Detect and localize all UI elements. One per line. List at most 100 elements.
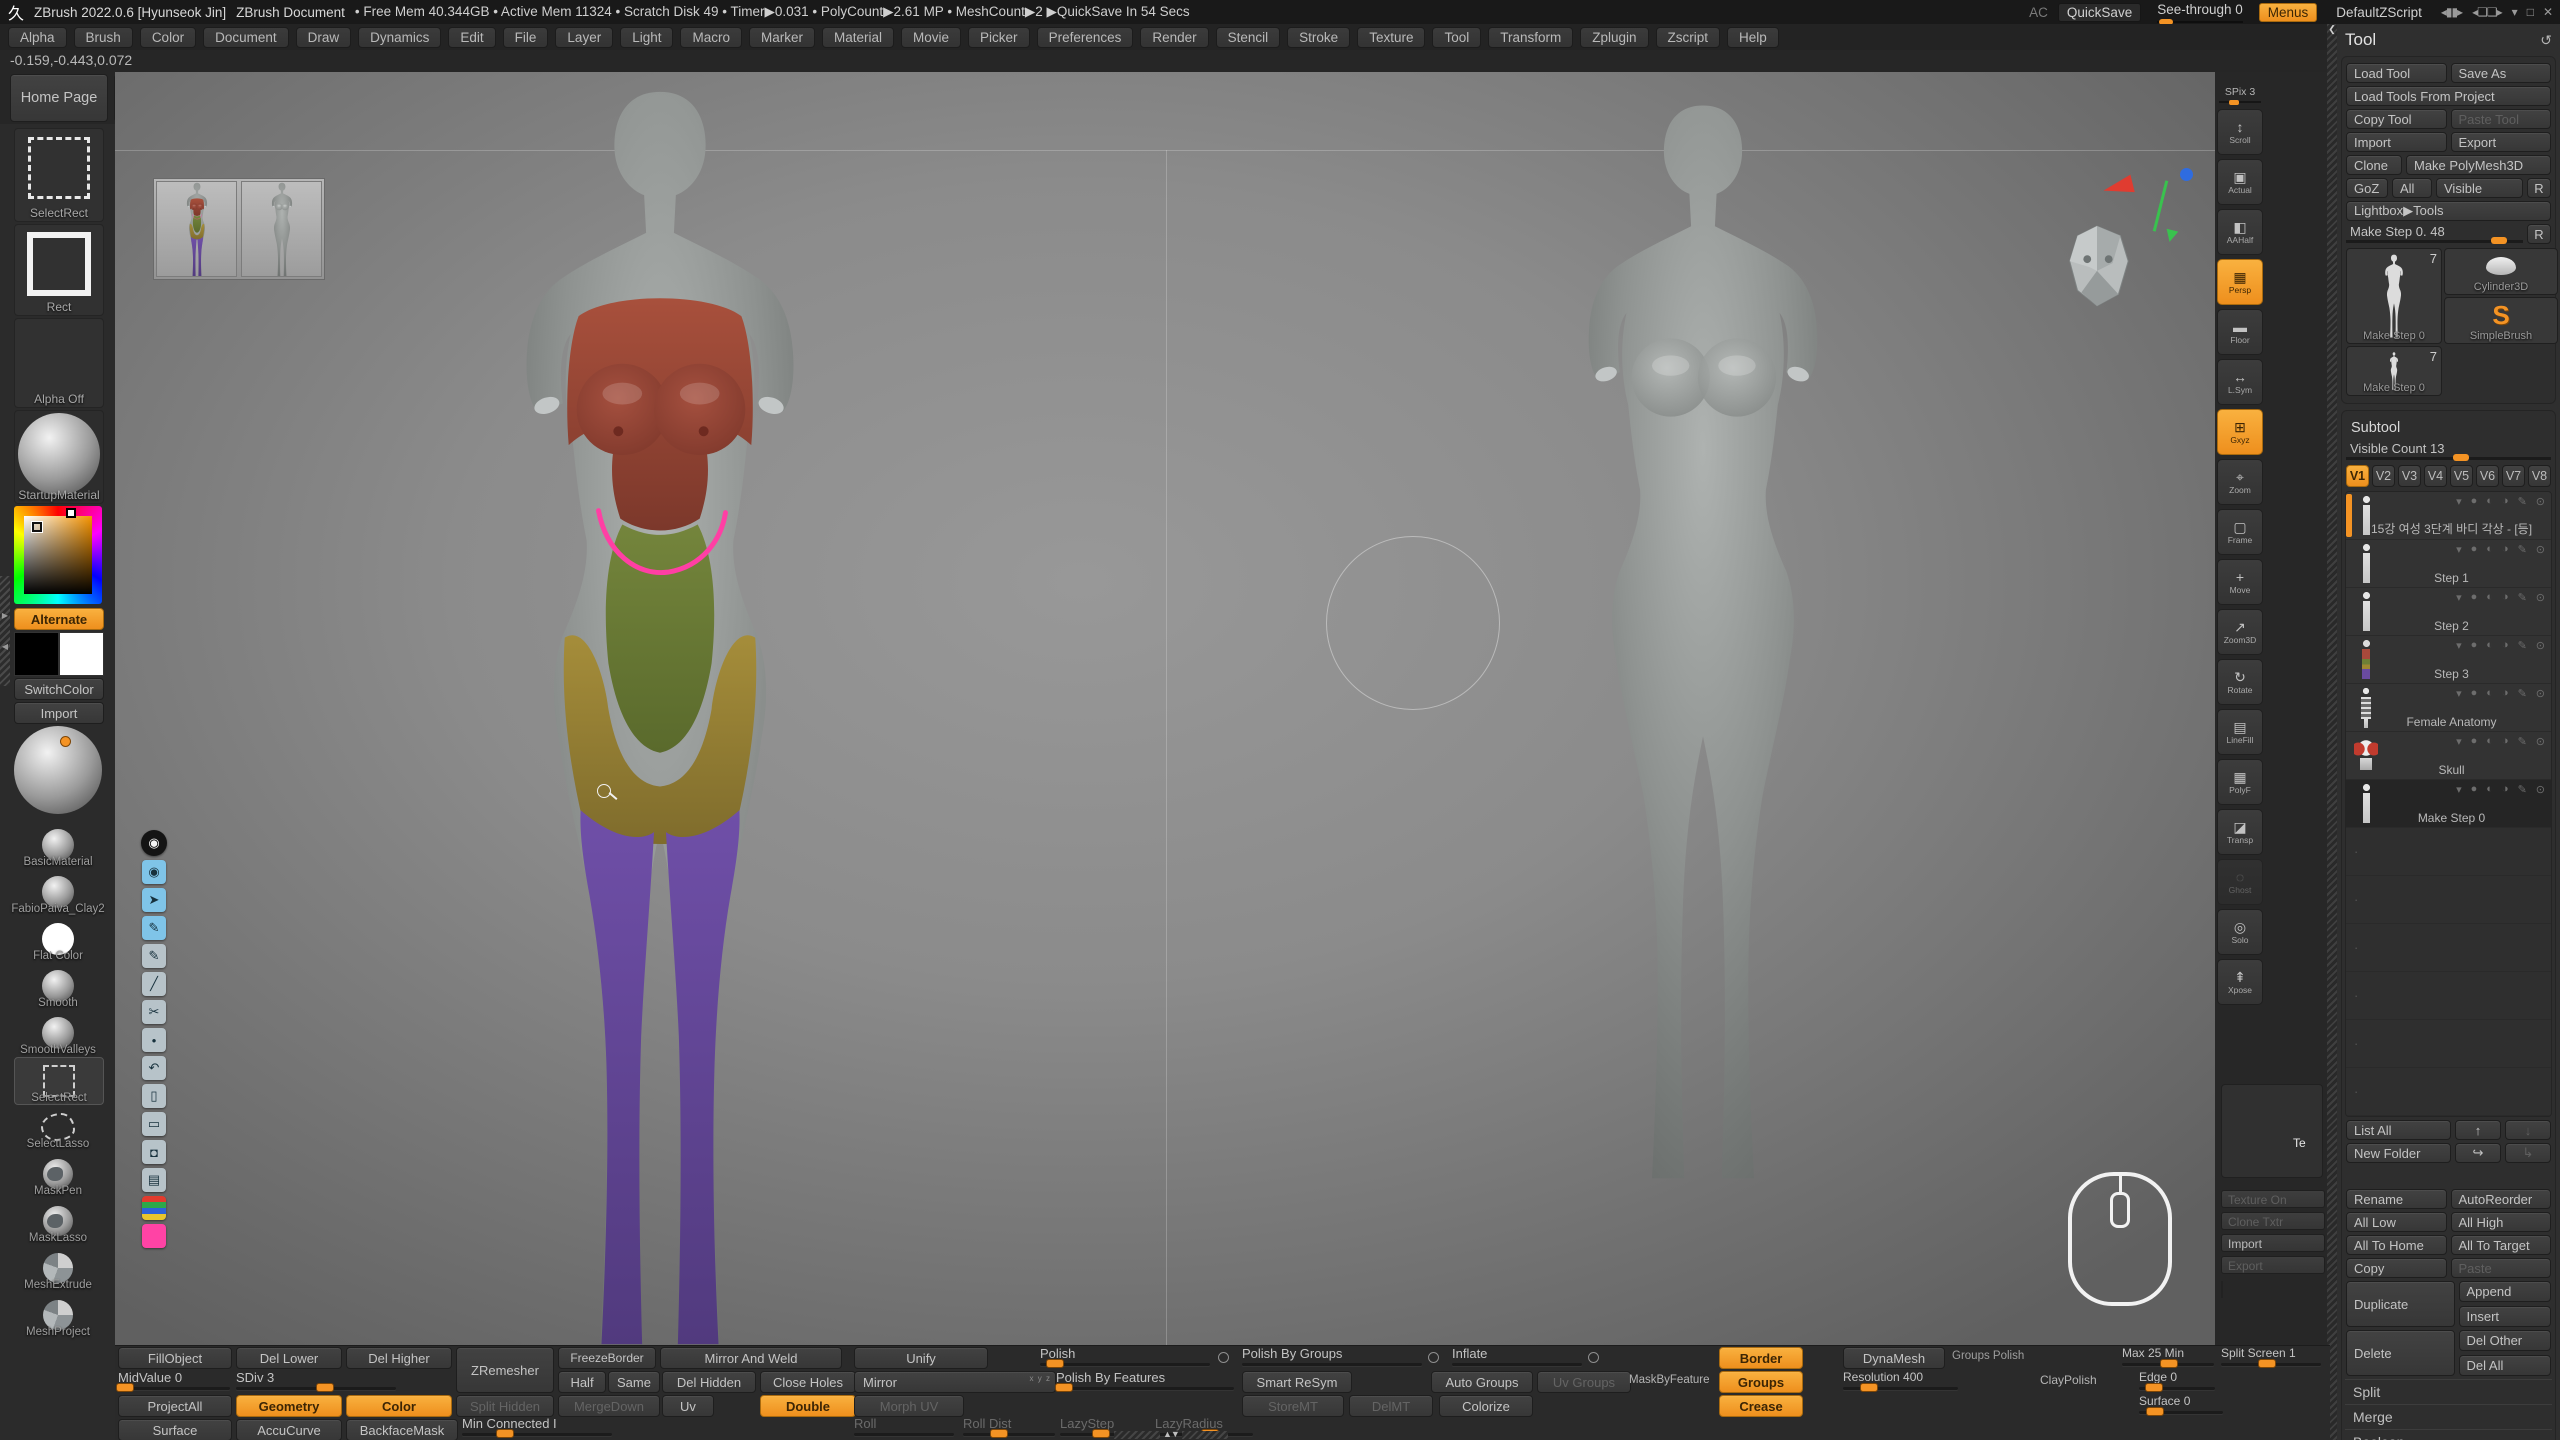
insert-button[interactable]: Insert (2459, 1306, 2552, 1327)
new-folder-button[interactable]: New Folder (2346, 1143, 2451, 1163)
move-down-button[interactable]: ↓ (2505, 1120, 2551, 1140)
previous-tool-thumb[interactable]: 7 Make Step 0 (2346, 346, 2442, 396)
subtool-row[interactable]: ▾ ● ◐ ◑ ✎ ⊙ (2346, 876, 2551, 924)
resolution-slider[interactable]: Resolution 400 (1843, 1370, 1958, 1392)
subtool-row[interactable]: ▾ ● ◐ ◑ ✎ ⊙ (2346, 1068, 2551, 1116)
menu-item[interactable]: Edit (448, 27, 495, 48)
close-holes-button[interactable]: Close Holes (760, 1371, 856, 1393)
subtool-row[interactable]: ▾ ● ◐ ◑ ✎ ⊙ (2346, 972, 2551, 1020)
view-toggle-button[interactable]: ↗ Zoom3D (2217, 609, 2263, 655)
copy-button[interactable]: Copy (2346, 1258, 2447, 1278)
tray-resize-handle[interactable]: ▶◀ (0, 576, 10, 686)
view-toggle-button[interactable]: ⇞ Xpose (2217, 959, 2263, 1005)
menu-item[interactable]: Tool (1432, 27, 1481, 48)
menu-item[interactable]: Dynamics (358, 27, 441, 48)
color-picker[interactable] (14, 506, 102, 604)
view-toggle-button[interactable]: ◎ Solo (2217, 909, 2263, 955)
sculpt-polypaint-figure[interactable] (460, 82, 860, 1345)
subtool-row[interactable]: ▾ ● ◐ ◑ ✎ ⊙ Step 3 (2346, 636, 2551, 684)
mirror-and-weld-button[interactable]: Mirror And Weld (660, 1347, 842, 1369)
project-all-button[interactable]: ProjectAll (118, 1395, 232, 1417)
version-tab[interactable]: V5 (2450, 465, 2473, 487)
panel-scrollbar[interactable]: ❮ (2327, 24, 2337, 1440)
auto-groups-button[interactable]: Auto Groups (1431, 1371, 1533, 1393)
clone-button[interactable]: Clone (2346, 155, 2402, 175)
groups-polish-label[interactable]: Groups Polish (1952, 1350, 2024, 1362)
subtool-row[interactable]: ▾ ● ◐ ◑ ✎ ⊙ 15강 여성 3단계 바디 각상 - [등] (2346, 492, 2551, 540)
menu-item[interactable]: Color (140, 27, 196, 48)
spix-slider[interactable]: SPix 3 (2217, 86, 2263, 105)
del-other-button[interactable]: Del Other (2459, 1330, 2552, 1351)
border-button[interactable]: Border (1719, 1347, 1803, 1369)
menu-item[interactable]: Light (620, 27, 673, 48)
paste-tool-button[interactable]: Paste Tool (2451, 109, 2552, 129)
store-mt-button[interactable]: StoreMT (1242, 1395, 1344, 1417)
maximize-icon[interactable]: □ (2527, 5, 2533, 19)
texture-thumb[interactable] (2221, 1281, 2223, 1298)
subtool-row-icons[interactable]: ▾ ● ◐ ◑ ✎ ⊙ (2456, 591, 2545, 604)
material-item[interactable]: MaskLasso (14, 1198, 102, 1244)
subtool-row[interactable]: ▾ ● ◐ ◑ ✎ ⊙ Skull (2346, 732, 2551, 780)
list-all-button[interactable]: List All (2346, 1120, 2451, 1140)
material-item[interactable]: Flat Color (14, 916, 102, 962)
view-toggle-button[interactable]: ▣ Actual (2217, 159, 2263, 205)
view-toggle-button[interactable]: + Move (2217, 559, 2263, 605)
view-toggle-button[interactable]: ↔ L.Sym (2217, 359, 2263, 405)
make-polymesh3d-button[interactable]: Make PolyMesh3D (2406, 155, 2551, 175)
all-to-target-button[interactable]: All To Target (2451, 1235, 2552, 1255)
hue-marker[interactable] (66, 508, 76, 518)
polish-slider[interactable]: Polish (1040, 1346, 1210, 1368)
del-lower-button[interactable]: Del Lower (236, 1347, 342, 1369)
split-section[interactable]: Split (2345, 1379, 2552, 1404)
view-toggle-button[interactable]: ▤ LineFill (2217, 709, 2263, 755)
midvalue-slider[interactable]: MidValue 0 (118, 1370, 230, 1392)
sv-marker[interactable] (32, 522, 42, 532)
canvas-tool-icon[interactable]: ➤ (142, 888, 166, 912)
canvas-tool-icon[interactable]: ╱ (142, 972, 166, 996)
scrub-icon[interactable]: ◂▮▮▸ (2441, 5, 2462, 19)
freeze-border-button[interactable]: FreezeBorder (558, 1347, 656, 1369)
accu-curve-button[interactable]: AccuCurve (236, 1419, 342, 1440)
view-toggle-button[interactable]: ⌖ Zoom (2217, 459, 2263, 505)
view-toggle-button[interactable]: ◌ Ghost (2217, 859, 2263, 905)
canvas-tool-icon[interactable]: ▭ (142, 1112, 166, 1136)
polish-by-features-slider[interactable]: Polish By Features (1056, 1370, 1234, 1392)
redo-dim-button[interactable]: ↳ (2505, 1143, 2551, 1163)
unify-button[interactable]: Unify (854, 1347, 988, 1369)
copy-tool-button[interactable]: Copy Tool (2346, 109, 2447, 129)
version-tab[interactable]: V6 (2476, 465, 2499, 487)
menu-item[interactable]: Layer (555, 27, 613, 48)
version-tab[interactable]: V3 (2398, 465, 2421, 487)
canvas-tool-icon[interactable]: ✎ (142, 944, 166, 968)
color-button[interactable]: Color (346, 1395, 452, 1417)
material-item[interactable]: SmoothValleys (14, 1010, 102, 1056)
canvas-tool-icon[interactable]: ◉ (142, 860, 166, 884)
surface-slider[interactable]: Surface 0 (2139, 1394, 2223, 1416)
half-button[interactable]: Half (558, 1371, 606, 1393)
subtool-row-icons[interactable]: ▾ ● ◐ ◑ ✎ ⊙ (2456, 639, 2545, 652)
canvas-tool-icon[interactable]: ✎ (142, 916, 166, 940)
default-zscript-button[interactable]: DefaultZScript (2327, 3, 2431, 22)
duplicate-button[interactable]: Duplicate (2346, 1281, 2455, 1327)
make-step-slider[interactable]: Make Step 0. 48 (2346, 224, 2523, 244)
version-tab[interactable]: V4 (2424, 465, 2447, 487)
polish-by-groups-toggle-icon[interactable] (1428, 1352, 1439, 1363)
texture-button[interactable]: Export (2221, 1256, 2325, 1274)
all-to-home-button[interactable]: All To Home (2346, 1235, 2447, 1255)
subtool-row[interactable]: ▾ ● ◐ ◑ ✎ ⊙ Step 2 (2346, 588, 2551, 636)
roll-dist-slider[interactable]: Roll Dist (963, 1416, 1055, 1438)
alpha-off-tool[interactable]: Alpha Off (14, 318, 104, 408)
document-canvas[interactable]: ◉ ◉ ➤ ✎ ✎ ╱ ✂ • ↶ ▯ ▭ ◘ (115, 72, 2215, 1345)
geometry-button[interactable]: Geometry (236, 1395, 342, 1417)
subtool-row[interactable]: ▾ ● ◐ ◑ ✎ ⊙ (2346, 828, 2551, 876)
double-button[interactable]: Double (760, 1395, 856, 1417)
auto-reorder-button[interactable]: AutoReorder (2451, 1189, 2552, 1209)
current-material-preview[interactable] (14, 726, 102, 814)
version-tab[interactable]: V1 (2346, 465, 2369, 487)
goz-button[interactable]: GoZ (2346, 178, 2388, 198)
del-hidden-button[interactable]: Del Hidden (662, 1371, 756, 1393)
export-button[interactable]: Export (2451, 132, 2552, 152)
sdiv-slider[interactable]: SDiv 3 (236, 1370, 396, 1392)
secondary-color-swatch[interactable] (59, 632, 104, 676)
switch-color-button[interactable]: SwitchColor (14, 678, 104, 700)
